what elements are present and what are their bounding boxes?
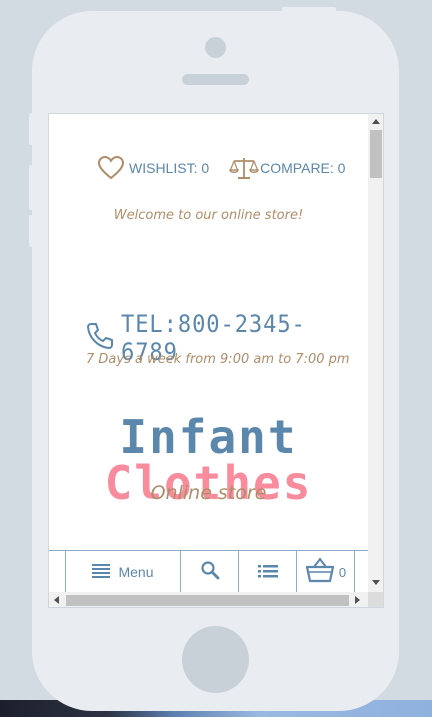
basket-icon — [305, 557, 335, 587]
compare-link[interactable]: COMPARE: 0 — [229, 155, 345, 181]
bottom-navbar: Menu 0 — [49, 550, 368, 593]
horizontal-scroll-thumb[interactable] — [66, 595, 349, 606]
cart-count: 0 — [338, 564, 347, 580]
menu-button[interactable]: Menu — [65, 551, 180, 593]
list-button[interactable] — [238, 551, 296, 593]
vertical-scroll-thumb[interactable] — [370, 130, 382, 178]
vertical-scrollbar[interactable] — [368, 114, 383, 592]
phone-icon — [85, 321, 115, 355]
front-camera — [205, 37, 226, 58]
hamburger-icon — [92, 563, 111, 582]
phone-screen: WISHLIST: 0 COMPARE: 0 Welcome to our on… — [48, 113, 384, 608]
scroll-down-arrow[interactable] — [372, 580, 380, 585]
compare-label: COMPARE: 0 — [260, 160, 346, 176]
wishlist-link[interactable]: WISHLIST: 0 — [97, 155, 209, 181]
home-button[interactable] — [182, 626, 249, 693]
heart-icon — [97, 155, 125, 181]
header-links: WISHLIST: 0 COMPARE: 0 — [97, 154, 345, 182]
search-icon — [200, 560, 220, 584]
earpiece-speaker — [182, 74, 249, 85]
list-icon — [257, 563, 278, 582]
scroll-right-arrow[interactable] — [355, 596, 360, 604]
scroll-left-arrow[interactable] — [54, 596, 59, 604]
logo-tagline: Online store — [150, 482, 267, 504]
navbar-edge — [354, 551, 368, 593]
welcome-message: Welcome to our online store! — [113, 208, 304, 223]
search-button[interactable] — [180, 551, 238, 593]
opening-hours: 7 Days a week from 9:00 am to 7:00 pm — [86, 352, 350, 367]
scrollbar-corner — [368, 592, 383, 607]
cart-button[interactable]: 0 — [296, 551, 354, 593]
scales-icon — [229, 155, 259, 181]
scroll-up-arrow[interactable] — [372, 119, 380, 124]
menu-label: Menu — [118, 564, 154, 580]
wishlist-label: WISHLIST: 0 — [129, 160, 210, 176]
horizontal-scrollbar[interactable] — [49, 592, 368, 607]
